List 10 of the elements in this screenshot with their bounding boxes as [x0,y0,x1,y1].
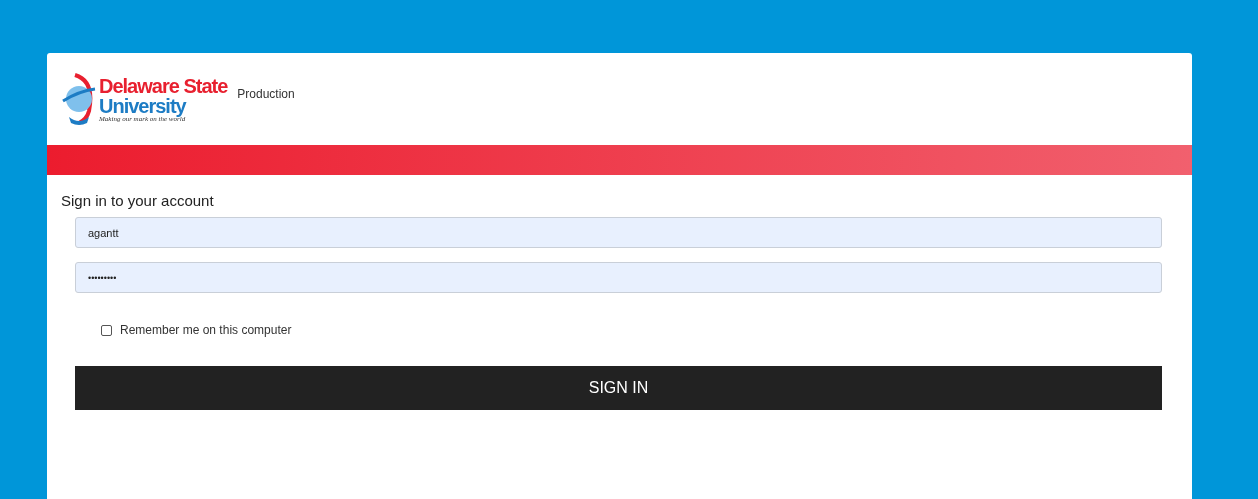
remember-label: Remember me on this computer [120,323,292,337]
form-heading: Sign in to your account [61,192,214,209]
logo-text: University [99,95,188,116]
remember-checkbox[interactable] [101,324,112,336]
sign-in-button[interactable]: SIGN IN [75,366,1162,410]
logo-text: Delaware State [99,75,228,96]
globe-icon [61,71,97,127]
password-field[interactable]: ••••••••• [75,262,1162,293]
username-field[interactable]: agantt [75,217,1162,248]
environment-label: Production [237,87,295,101]
